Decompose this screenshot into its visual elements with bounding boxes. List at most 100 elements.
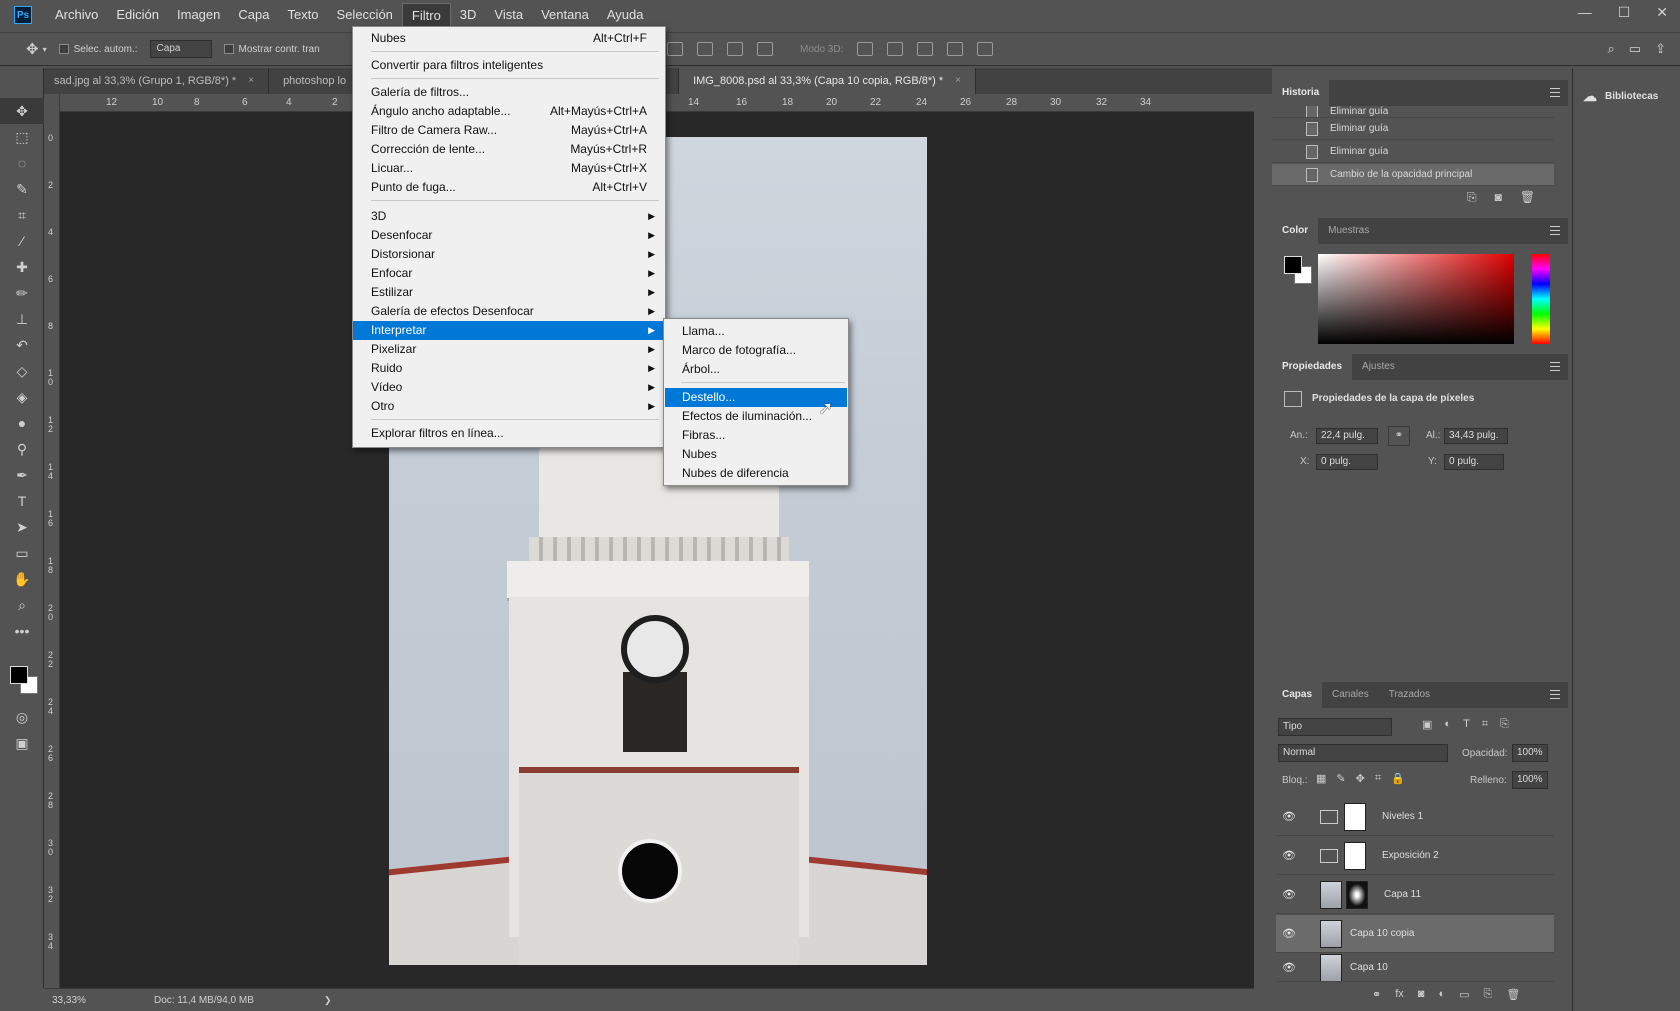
- align-icon[interactable]: [667, 42, 683, 56]
- filter-menu-item[interactable]: Pixelizar ▶: [353, 340, 665, 359]
- submenu-item[interactable]: Llama...: [665, 322, 847, 341]
- filter-menu-item[interactable]: Convertir para filtros inteligentes: [353, 56, 665, 75]
- submenu-item[interactable]: Fibras...: [665, 426, 847, 445]
- filter-menu-item[interactable]: Filtro de Camera Raw... Mayús+Ctrl+A: [353, 121, 665, 140]
- trash-icon[interactable]: 🗑: [1520, 190, 1535, 205]
- distribute-icon[interactable]: [757, 42, 773, 56]
- filter-menu-item[interactable]: Vídeo ▶: [353, 378, 665, 397]
- close-icon[interactable]: ✕: [1656, 4, 1668, 21]
- add-mask-icon[interactable]: ◙: [1418, 988, 1425, 1001]
- workspace-icon[interactable]: ▭: [1629, 41, 1641, 57]
- move-tool-icon[interactable]: ✥: [26, 40, 39, 58]
- submenu-item[interactable]: Marco de fotografía...: [665, 341, 847, 360]
- filter-menu-item-interpretar[interactable]: Interpretar ▶: [353, 321, 665, 340]
- filter-menu-item[interactable]: Nubes Alt+Ctrl+F: [353, 29, 665, 48]
- filter-shape-icon[interactable]: ⌗: [1482, 718, 1488, 731]
- quick-selection-tool-icon[interactable]: ✎: [0, 176, 44, 202]
- visibility-eye-icon[interactable]: 👁: [1276, 961, 1302, 974]
- layer-thumbnail[interactable]: [1320, 919, 1342, 948]
- color-field[interactable]: [1318, 254, 1514, 344]
- layer-name[interactable]: Capa 11: [1384, 889, 1421, 900]
- menu-edicion[interactable]: Edición: [107, 3, 168, 27]
- panel-menu-icon[interactable]: [1550, 690, 1560, 699]
- hand-tool-icon[interactable]: ✋: [0, 566, 44, 592]
- tab-historia[interactable]: Historia: [1272, 80, 1330, 106]
- filter-menu-item[interactable]: Licuar... Mayús+Ctrl+X: [353, 159, 665, 178]
- screen-mode-icon[interactable]: ▣: [0, 730, 44, 756]
- layer-filter-select[interactable]: Tipo: [1278, 718, 1392, 736]
- layer-name[interactable]: Exposición 2: [1382, 850, 1439, 861]
- layer-name[interactable]: Niveles 1: [1382, 811, 1423, 822]
- filter-menu-item[interactable]: Desenfocar ▶: [353, 226, 665, 245]
- lock-paint-icon[interactable]: ✎: [1336, 772, 1345, 785]
- filter-adjustment-icon[interactable]: ◐: [1444, 718, 1451, 731]
- new-adjustment-icon[interactable]: ◐: [1438, 988, 1445, 1001]
- trash-icon[interactable]: 🗑: [1506, 988, 1520, 1001]
- tool-preset-dropdown-icon[interactable]: ▾: [43, 45, 47, 54]
- history-brush-tool-icon[interactable]: ↶: [0, 332, 44, 358]
- type-tool-icon[interactable]: T: [0, 488, 44, 514]
- move-tool-icon[interactable]: ✥: [0, 98, 44, 124]
- menu-filtro[interactable]: Filtro: [401, 3, 451, 27]
- layer-mask-thumbnail[interactable]: [1344, 841, 1366, 870]
- history-row[interactable]: Eliminar guía: [1272, 141, 1554, 163]
- menu-ventana[interactable]: Ventana: [532, 3, 598, 27]
- layer-thumbnail[interactable]: [1320, 954, 1342, 981]
- layer-name[interactable]: Capa 10: [1350, 962, 1388, 973]
- more-tools-icon[interactable]: •••: [0, 618, 44, 644]
- new-group-icon[interactable]: ▭: [1459, 988, 1469, 1001]
- filter-pixel-icon[interactable]: ▣: [1422, 718, 1432, 731]
- filter-menu-item[interactable]: Galería de efectos Desenfocar ▶: [353, 302, 665, 321]
- width-field[interactable]: 22,4 pulg.: [1316, 428, 1378, 444]
- eraser-tool-icon[interactable]: ◇: [0, 358, 44, 384]
- visibility-eye-icon[interactable]: 👁: [1276, 849, 1302, 862]
- auto-select-target-select[interactable]: Capa: [149, 40, 212, 58]
- camera-3d-icon[interactable]: [977, 42, 994, 56]
- filter-menu-item[interactable]: Galería de filtros...: [353, 83, 665, 102]
- paint-bucket-tool-icon[interactable]: ◈: [0, 384, 44, 410]
- filter-type-icon[interactable]: T: [1463, 718, 1470, 731]
- layer-row-capa-10-copia[interactable]: 👁 Capa 10 copia: [1276, 915, 1554, 953]
- visibility-eye-icon[interactable]: 👁: [1276, 810, 1302, 823]
- layer-row-niveles-1[interactable]: 👁 Niveles 1: [1276, 798, 1554, 836]
- fill-field[interactable]: 100%: [1512, 771, 1548, 789]
- lock-transparent-icon[interactable]: ▦: [1316, 772, 1326, 785]
- new-layer-icon[interactable]: ⎘: [1484, 988, 1493, 1001]
- tab-propiedades[interactable]: Propiedades: [1272, 354, 1353, 380]
- blend-mode-select[interactable]: Normal: [1278, 744, 1448, 762]
- color-fg-swatch[interactable]: [1284, 256, 1302, 274]
- menu-3d[interactable]: 3D: [451, 3, 486, 27]
- minimize-icon[interactable]: —: [1578, 4, 1592, 21]
- libraries-button[interactable]: ☁ Bibliotecas: [1583, 88, 1658, 105]
- panel-menu-icon[interactable]: [1550, 362, 1560, 371]
- filter-menu-item[interactable]: Explorar filtros en línea...: [353, 424, 665, 443]
- x-field[interactable]: 0 pulg.: [1316, 454, 1378, 470]
- link-layers-icon[interactable]: ⚭: [1372, 988, 1381, 1001]
- tab-color[interactable]: Color: [1272, 218, 1319, 244]
- panel-menu-icon[interactable]: [1550, 88, 1560, 97]
- lasso-tool-icon[interactable]: ◌: [0, 150, 44, 176]
- layer-row-exposicion-2[interactable]: 👁 Exposición 2: [1276, 837, 1554, 875]
- show-transform-checkbox[interactable]: [223, 44, 234, 54]
- layer-row-capa-11[interactable]: 👁 Capa 11: [1276, 876, 1554, 914]
- blur-tool-icon[interactable]: ●: [0, 410, 44, 436]
- tab-muestras[interactable]: Muestras: [1318, 218, 1379, 244]
- marquee-tool-icon[interactable]: ⬚: [0, 124, 44, 150]
- opacity-field[interactable]: 100%: [1512, 744, 1548, 762]
- align-bottom-icon[interactable]: [727, 42, 743, 56]
- pan-3d-icon[interactable]: [917, 42, 934, 56]
- pen-tool-icon[interactable]: ✒: [0, 462, 44, 488]
- orbit-3d-icon[interactable]: [857, 42, 874, 56]
- tab-capas[interactable]: Capas: [1272, 682, 1323, 708]
- healing-brush-tool-icon[interactable]: ✚: [0, 254, 44, 280]
- history-row[interactable]: Cambio de la opacidad principal: [1272, 164, 1554, 186]
- filter-menu-item[interactable]: Punto de fuga... Alt+Ctrl+V: [353, 178, 665, 197]
- lock-all-icon[interactable]: 🔒: [1391, 772, 1405, 785]
- panel-menu-icon[interactable]: [1550, 226, 1560, 235]
- tab-trazados[interactable]: Trazados: [1379, 682, 1440, 708]
- lock-artboard-icon[interactable]: ⌗: [1375, 772, 1381, 785]
- zoom-tool-icon[interactable]: ⌕: [0, 592, 44, 618]
- tab-close-icon[interactable]: ×: [248, 68, 254, 94]
- menu-ayuda[interactable]: Ayuda: [598, 3, 653, 27]
- layer-thumbnail[interactable]: [1320, 880, 1342, 909]
